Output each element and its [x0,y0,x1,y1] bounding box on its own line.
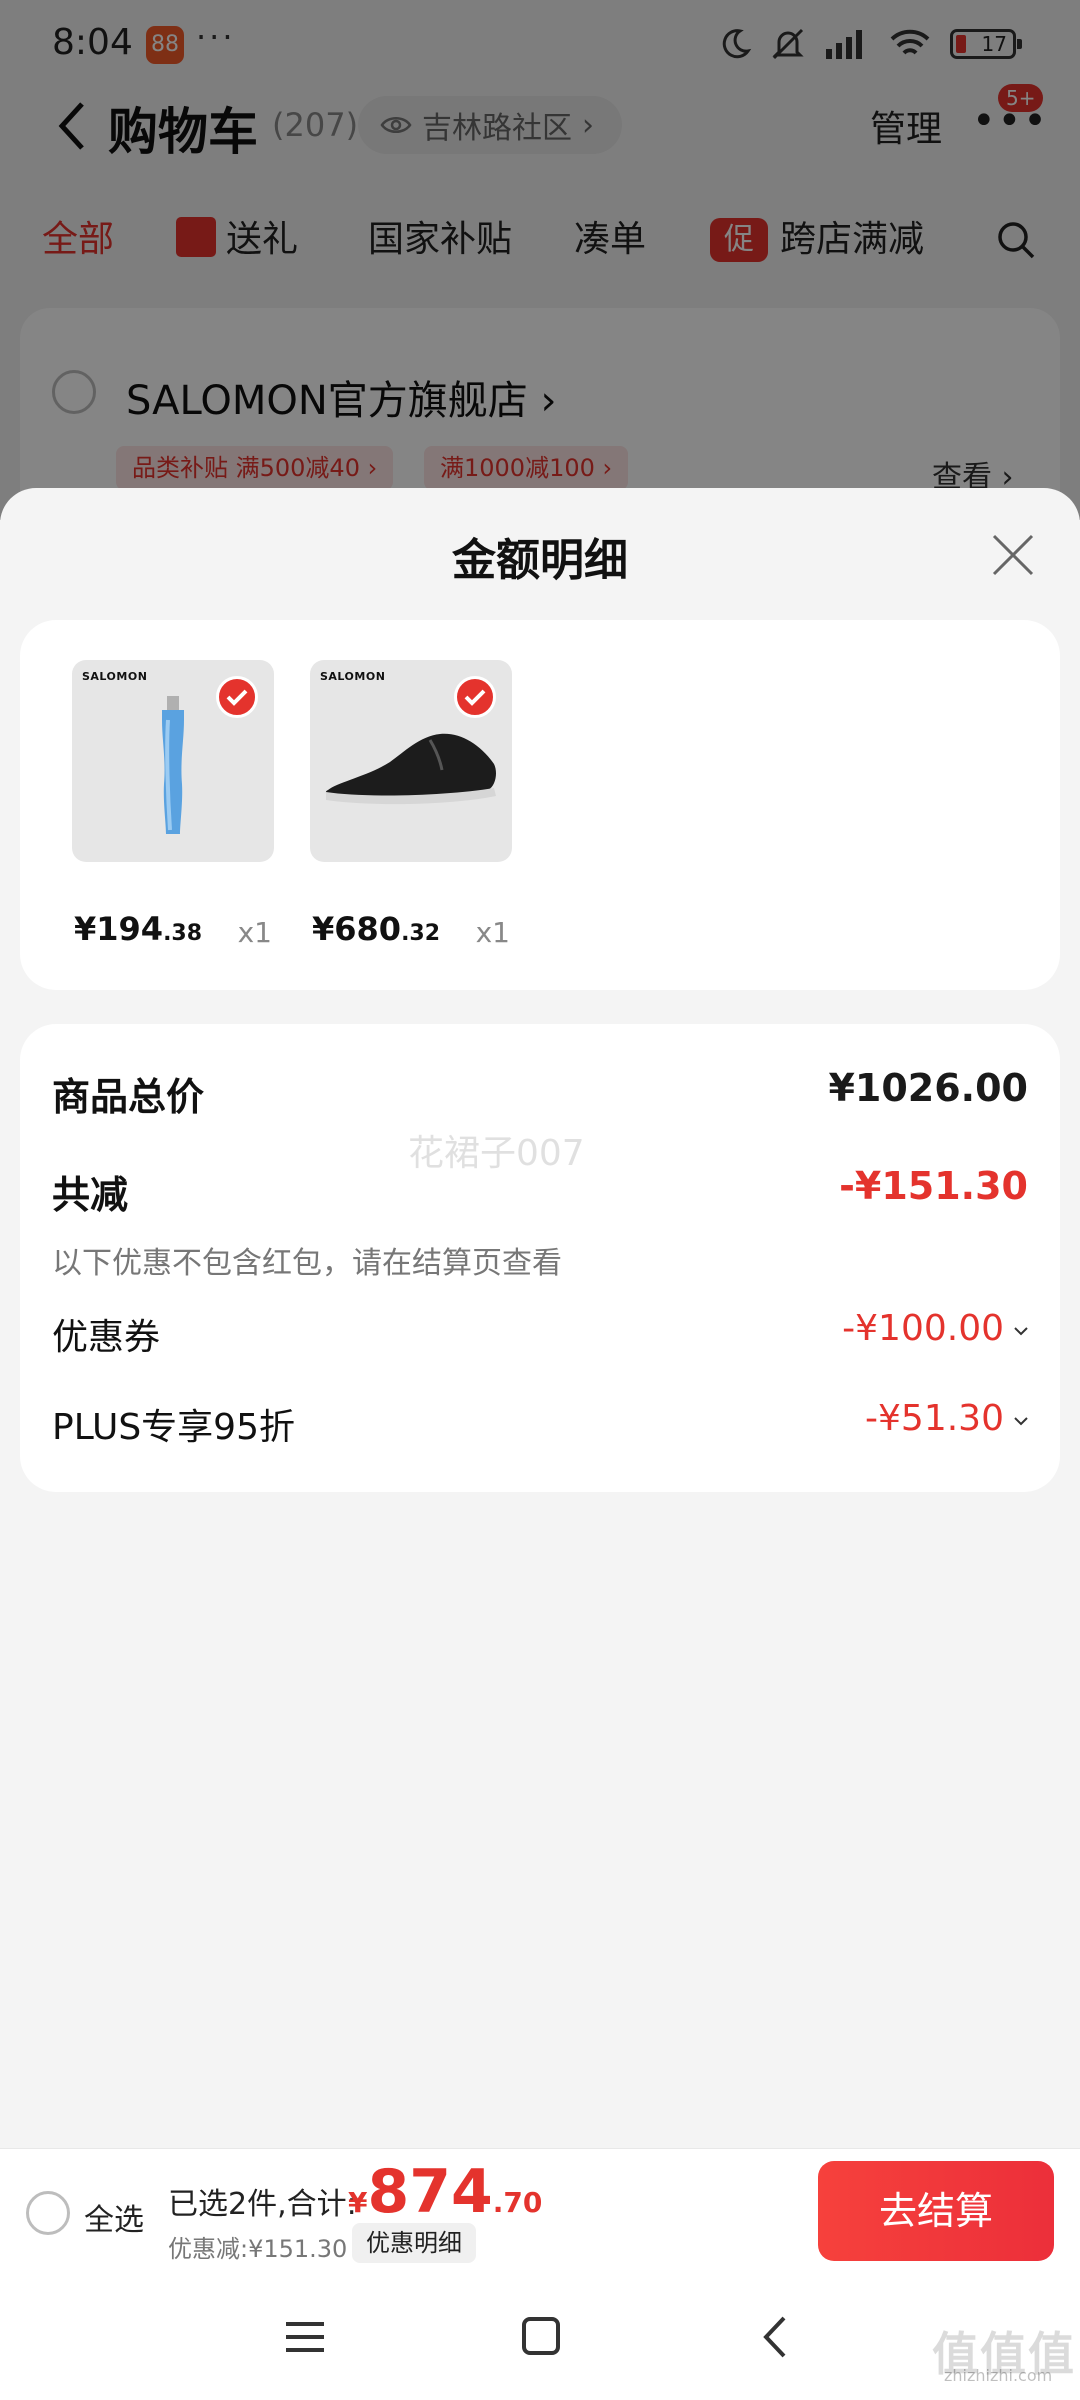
amount-detail-sheet: 金额明细 SALOMON ¥194.38 x1 SALOMON ¥680.32 … [0,488,1080,2148]
chevron-down-icon [1014,1417,1028,1426]
plus-discount-amount: -¥51.30 [865,1398,1004,1439]
discount-detail-button[interactable]: 优惠明细 [352,2223,476,2263]
coupon-amount: -¥100.00 [842,1308,1004,1349]
coupon-label: 优惠券 [52,1317,161,1358]
selected-count: 已选2件,合计: [168,2187,357,2222]
product-thumbnail: SALOMON [72,660,274,862]
total-amount: ¥874.70 [348,2157,542,2227]
sheet-title: 金额明细 [452,535,628,586]
select-all-radio[interactable] [26,2191,70,2235]
item-price-int: ¥194 [74,910,164,948]
item-price: ¥680.32 [312,910,440,948]
price-row: ¥680.32 x1 [310,910,512,950]
reduce-label: 共减 [52,1173,129,1217]
total-label: 商品总价 [52,1075,205,1119]
item-price-int: ¥680 [312,910,402,948]
checkout-button[interactable]: 去结算 [818,2161,1054,2261]
price-row: ¥194.38 x1 [72,910,274,950]
check-icon[interactable] [454,676,496,718]
checkout-bar: 全选 已选2件,合计: ¥874.70 优惠减:¥151.30 优惠明细 去结算 [0,2148,1080,2274]
user-watermark: 花裙子007 [408,1133,585,1174]
product-item[interactable]: SALOMON ¥680.32 x1 [310,660,512,949]
menu-icon[interactable] [280,2314,330,2360]
plus-discount-label: PLUS专享95折 [52,1407,295,1448]
item-price-dec: .32 [401,921,441,946]
back-icon[interactable] [752,2314,802,2360]
selected-items-card: SALOMON ¥194.38 x1 SALOMON ¥680.32 x1 [20,620,1060,990]
product-item[interactable]: SALOMON ¥194.38 x1 [72,660,274,949]
home-icon[interactable] [516,2314,566,2360]
item-price-dec: .38 [163,921,203,946]
item-quantity: x1 [475,916,510,949]
product-thumbnail: SALOMON [310,660,512,862]
total-decimal: .70 [492,2186,543,2219]
system-navigation-bar [0,2274,1080,2400]
item-price: ¥194.38 [74,910,202,948]
item-quantity: x1 [237,916,272,949]
reduce-value: -¥151.30 [839,1164,1028,1208]
plus-discount-value[interactable]: -¥51.30 [865,1398,1028,1439]
saved-amount: 优惠减:¥151.30 [168,2235,348,2263]
price-summary-card: 花裙子007 商品总价 ¥1026.00 共减 -¥151.30 以下优惠不包含… [20,1024,1060,1492]
total-value: ¥1026.00 [828,1066,1028,1110]
chevron-down-icon [1014,1327,1028,1336]
select-all-label[interactable]: 全选 [84,2195,144,2239]
check-icon[interactable] [216,676,258,718]
close-icon[interactable] [988,530,1038,580]
site-watermark-url: zhizhizhi.com [944,2366,1053,2385]
discount-hint: 以下优惠不包含红包，请在结算页查看 [52,1246,562,1281]
coupon-value[interactable]: -¥100.00 [842,1308,1028,1349]
total-integer: 874 [367,2157,493,2227]
dim-overlay[interactable] [0,0,1080,520]
total-currency: ¥ [348,2186,368,2219]
